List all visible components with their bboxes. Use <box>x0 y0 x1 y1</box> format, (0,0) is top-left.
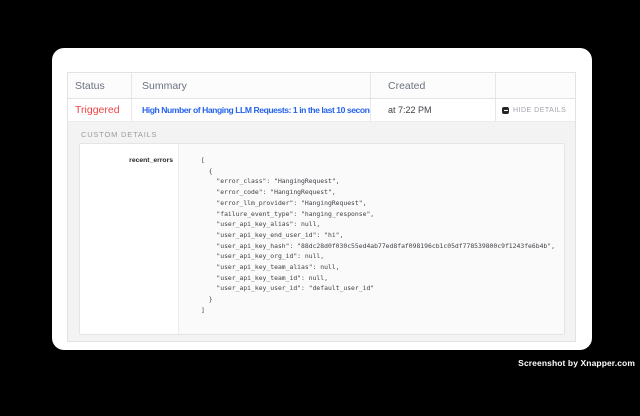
alert-details-card: Status Summary Created Triggered High Nu… <box>52 48 592 350</box>
summary-cell: High Number of Hanging LLM Requests: 1 i… <box>132 99 371 121</box>
status-badge: Triggered <box>75 104 120 116</box>
column-header-created: Created <box>371 73 496 98</box>
hide-details-label: HIDE DETAILS <box>513 107 566 114</box>
alerts-table: Status Summary Created Triggered High Nu… <box>67 72 576 342</box>
expanded-details-section: CUSTOM DETAILS recent_errors [ { "error_… <box>68 122 575 341</box>
column-header-label: Status <box>75 80 105 92</box>
recent-errors-json: [ { "error_class": "HangingRequest", "er… <box>201 155 564 316</box>
column-header-label: Summary <box>142 80 187 92</box>
custom-details-panel: recent_errors [ { "error_class": "Hangin… <box>79 143 565 335</box>
custom-details-heading: CUSTOM DETAILS <box>81 130 565 140</box>
column-header-status: Status <box>68 73 132 98</box>
table-header-row: Status Summary Created <box>68 73 575 99</box>
hide-details-button[interactable]: HIDE DETAILS <box>502 107 566 114</box>
column-header-summary: Summary <box>132 73 371 98</box>
xnapper-watermark: Screenshot by Xnapper.com <box>518 358 635 368</box>
details-value-cell: [ { "error_class": "HangingRequest", "er… <box>179 144 564 334</box>
alert-row: Triggered High Number of Hanging LLM Req… <box>68 99 575 122</box>
alert-summary-link[interactable]: High Number of Hanging LLM Requests: 1 i… <box>142 105 371 115</box>
column-header-actions <box>496 73 575 98</box>
details-key-label: recent_errors <box>129 157 173 164</box>
status-cell: Triggered <box>68 99 132 121</box>
details-key-cell: recent_errors <box>80 144 179 334</box>
actions-cell: HIDE DETAILS <box>496 99 575 121</box>
minus-square-icon <box>502 107 509 114</box>
created-cell: at 7:22 PM <box>371 99 496 121</box>
column-header-label: Created <box>388 80 425 92</box>
created-timestamp: at 7:22 PM <box>388 105 432 115</box>
